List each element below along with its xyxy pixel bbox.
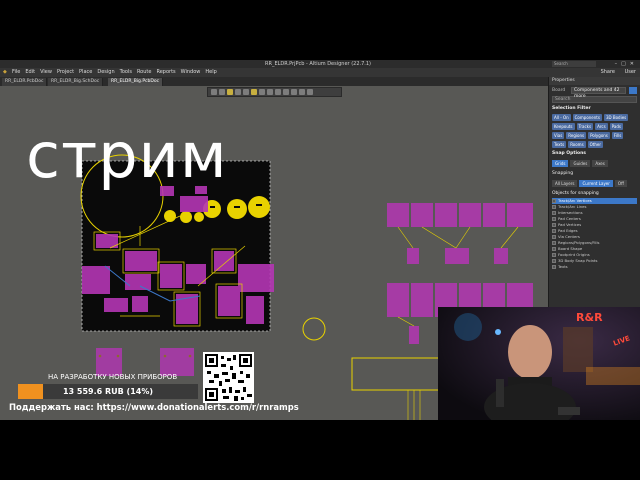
snap-mode-grids[interactable]: Grids xyxy=(552,160,569,167)
snapping-mode-toggle: All Layers Current Layer Off xyxy=(549,178,640,189)
filter-chip-3d-bodies[interactable]: 3D Bodies xyxy=(603,114,629,121)
rr-sign: R&R xyxy=(576,311,603,324)
global-search-input[interactable]: Search xyxy=(552,61,596,67)
properties-search-input[interactable]: Search xyxy=(552,96,637,103)
snap-options-title[interactable]: Snap Options xyxy=(549,149,640,158)
title-bar: RR_ELDR.PrjPcb - Altium Designer (22.7.1… xyxy=(0,60,640,68)
menu-item-reports[interactable]: Reports xyxy=(156,68,175,77)
webcam-feed: R&R LIVE xyxy=(438,307,640,420)
via-icon[interactable] xyxy=(259,89,265,95)
board-dropdown[interactable]: Components and 42 more xyxy=(571,86,626,99)
donation-progress-bar: 13 559.6 RUB (14%) xyxy=(18,384,198,399)
filter-chip-pads[interactable]: Pads xyxy=(609,123,623,130)
snapping-mode-all-layers[interactable]: All Layers xyxy=(552,180,578,187)
donation-qr-code xyxy=(203,352,254,403)
checkbox[interactable] xyxy=(552,259,556,263)
menu-item-help[interactable]: Help xyxy=(205,68,216,77)
objects-for-snapping-title: Objects for snapping xyxy=(552,191,599,196)
hole-outline xyxy=(302,317,326,341)
filter-chip-arcs[interactable]: Arcs xyxy=(595,123,608,130)
app-logo-icon: ◆ xyxy=(3,69,7,75)
snap-mode-guides[interactable]: Guides xyxy=(570,160,591,167)
keepout-icon[interactable] xyxy=(307,89,313,95)
filter-chip-keepouts[interactable]: Keepouts xyxy=(552,123,575,130)
filter-chip-fills[interactable]: Fills xyxy=(611,132,624,139)
filter-chip-components[interactable]: Components xyxy=(572,114,602,121)
connector-group xyxy=(96,348,194,376)
filter-chip-vias[interactable]: Vias xyxy=(552,132,565,139)
checkbox[interactable] xyxy=(552,265,556,269)
filter-chip-texts[interactable]: Texts xyxy=(552,141,567,148)
filter-icon[interactable] xyxy=(629,86,637,94)
selection-filter-chips: All - On Components 3D Bodies Keepouts Track… xyxy=(549,113,640,149)
text-icon[interactable] xyxy=(267,89,273,95)
pad-icon[interactable] xyxy=(251,89,257,95)
board-label: Board xyxy=(552,87,566,93)
properties-header: Properties xyxy=(549,77,640,85)
checkbox[interactable] xyxy=(552,223,556,227)
filter-chip-other[interactable]: Other xyxy=(587,141,604,148)
filter-chip-tracks[interactable]: Tracks xyxy=(576,123,594,130)
donation-support-link[interactable]: Поддержать нас: https://www.donationaler… xyxy=(9,402,299,412)
select-icon[interactable] xyxy=(227,89,233,95)
snap-mode-axes[interactable]: Axes xyxy=(592,160,608,167)
tab-pcbdoc-big[interactable]: RR_ELDR_Big.PcbDoc xyxy=(108,78,164,86)
region-icon[interactable] xyxy=(283,89,289,95)
checkbox[interactable] xyxy=(552,247,556,251)
checkbox[interactable] xyxy=(552,235,556,239)
checkbox[interactable] xyxy=(552,205,556,209)
checkbox[interactable] xyxy=(552,253,556,257)
window-title: RR_ELDR.PrjPcb - Altium Designer (22.7.1… xyxy=(265,61,371,67)
snap-object-list: Track/Arc Vertices Track/Arc Lines Interse… xyxy=(549,198,640,270)
menu-item-route[interactable]: Route xyxy=(137,68,152,77)
snapping-mode-off[interactable]: Off xyxy=(614,180,627,187)
filter-chip-regions[interactable]: Regions xyxy=(566,132,587,139)
tab-pcbdoc[interactable]: RR_ELDR.PcbDoc xyxy=(2,78,48,86)
align-icon[interactable] xyxy=(235,89,241,95)
checkbox[interactable] xyxy=(552,199,556,203)
donation-title: НА РАЗРАБОТКУ НОВЫХ ПРИБОРОВ xyxy=(48,373,178,381)
component-row-top xyxy=(387,203,533,264)
window-controls[interactable]: –□✕ xyxy=(615,60,638,68)
filter-chip-rooms[interactable]: Rooms xyxy=(568,141,586,148)
stream-overlay-title: стрим xyxy=(26,119,228,192)
selection-filter-title[interactable]: Selection Filter xyxy=(549,104,640,113)
dimension-icon[interactable] xyxy=(299,89,305,95)
streamer-video xyxy=(438,307,640,420)
menu-item-window[interactable]: Window xyxy=(181,68,201,77)
tab-schdoc[interactable]: RR_ELDR_Big.SchDoc xyxy=(48,78,104,86)
menu-item-view[interactable]: View xyxy=(40,68,52,77)
measure-icon[interactable] xyxy=(291,89,297,95)
menu-item-design[interactable]: Design xyxy=(97,68,114,77)
snap-mode-toggle: Grids Guides Axes xyxy=(549,158,640,169)
snapping-mode-current-layer[interactable]: Current Layer xyxy=(579,180,613,187)
menu-item-edit[interactable]: Edit xyxy=(25,68,35,77)
active-bar xyxy=(207,87,342,97)
checkbox[interactable] xyxy=(552,217,556,221)
snapping-label: Snapping xyxy=(552,171,574,176)
menu-item-tools[interactable]: Tools xyxy=(120,68,132,77)
checkbox[interactable] xyxy=(552,229,556,233)
filter-icon[interactable] xyxy=(211,89,217,95)
filter-chip-all-on[interactable]: All - On xyxy=(552,114,571,121)
document-tab-bar: RR_ELDR.PcbDoc RR_ELDR_Big.SchDoc RR_ELD… xyxy=(0,77,548,86)
line-icon[interactable] xyxy=(275,89,281,95)
share-button[interactable]: Share xyxy=(601,69,615,75)
filter-chip-polygons[interactable]: Polygons xyxy=(588,132,610,139)
route-icon[interactable] xyxy=(219,89,225,95)
snap-object-row[interactable]: Texts xyxy=(552,264,637,270)
menu-bar: ◆ File Edit View Project Place Design Tools Rou… xyxy=(0,68,640,77)
menu-item-file[interactable]: File xyxy=(12,68,20,77)
checkbox[interactable] xyxy=(552,211,556,215)
checkbox[interactable] xyxy=(552,241,556,245)
donation-amount: 13 559.6 RUB (14%) xyxy=(62,387,153,396)
place-icon[interactable] xyxy=(243,89,249,95)
snap-object-label: Texts xyxy=(558,264,568,269)
menu-item-place[interactable]: Place xyxy=(79,68,92,77)
menu-item-project[interactable]: Project xyxy=(57,68,74,77)
user-button[interactable]: User xyxy=(625,69,636,75)
